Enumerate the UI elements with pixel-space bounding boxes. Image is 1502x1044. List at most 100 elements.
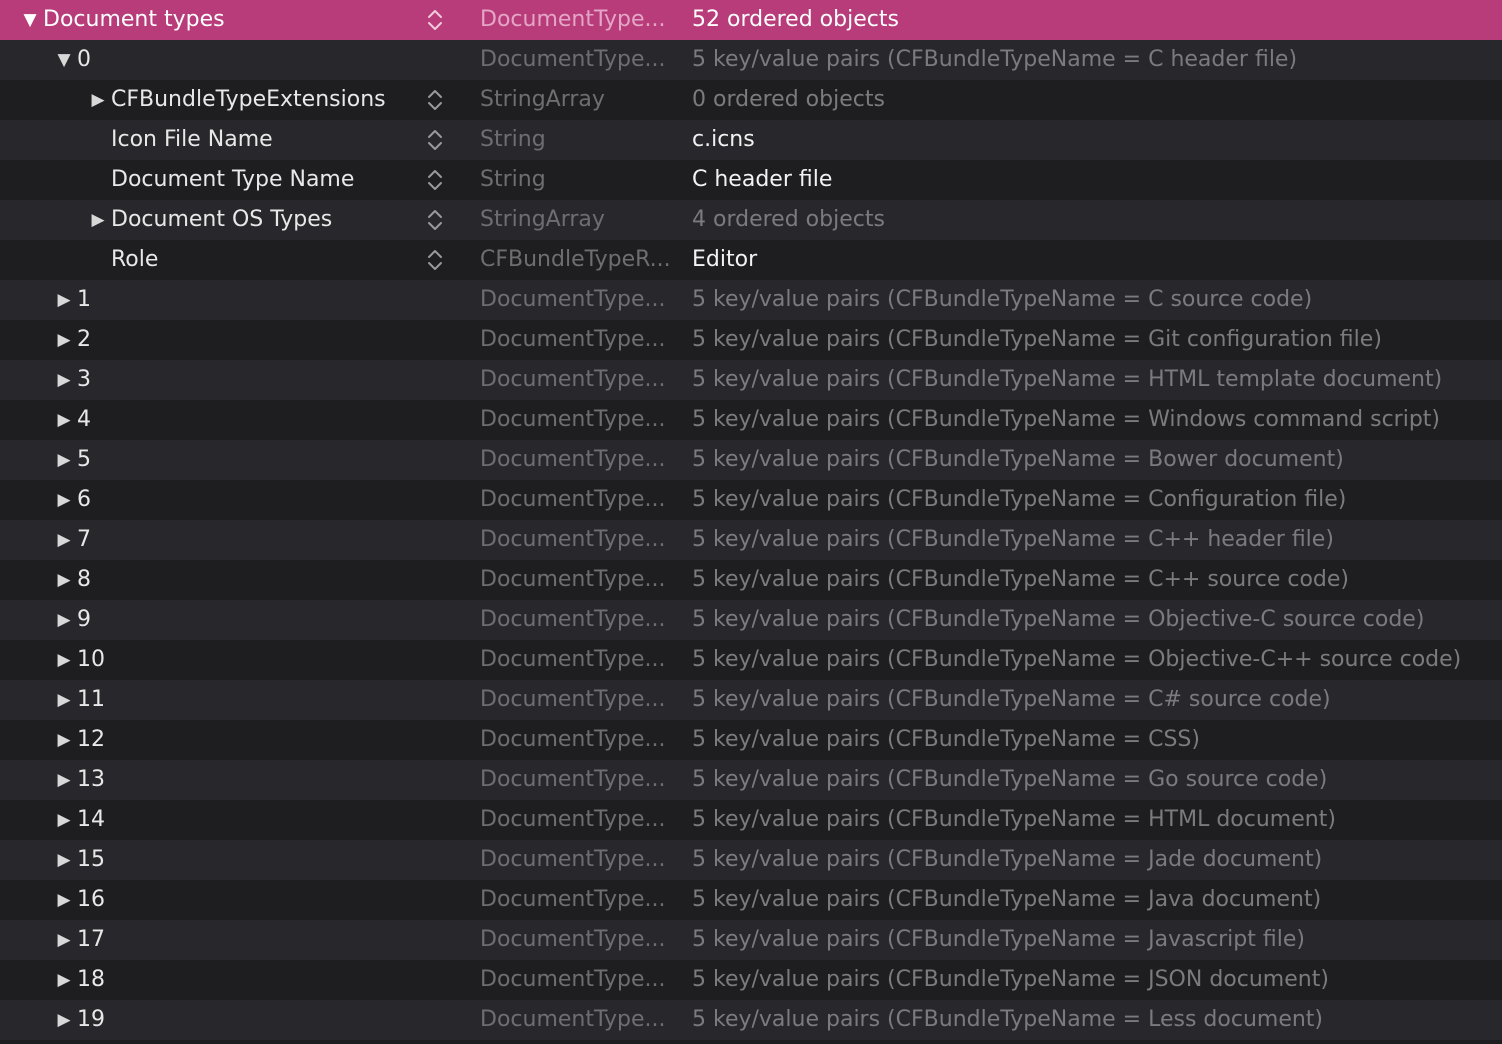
type-cell[interactable]: DocumentType... bbox=[480, 360, 675, 400]
plist-row[interactable]: ▼ 0 DocumentType... 5 key/value pairs (CFBu… bbox=[0, 40, 1502, 80]
value-cell[interactable]: C header file bbox=[692, 160, 832, 200]
type-cell[interactable]: DocumentType... bbox=[480, 400, 675, 440]
type-cell[interactable]: CFBundleTypeR... bbox=[480, 240, 675, 280]
disclosure-collapsed-icon[interactable]: ▶ bbox=[54, 760, 74, 800]
disclosure-collapsed-icon[interactable]: ▶ bbox=[54, 400, 74, 440]
plist-row[interactable]: ▶ 18 DocumentType... 5 key/value pairs (CFB… bbox=[0, 960, 1502, 1000]
disclosure-collapsed-icon[interactable]: ▶ bbox=[54, 640, 74, 680]
type-cell[interactable]: DocumentType... bbox=[480, 280, 675, 320]
type-cell[interactable]: DocumentType... bbox=[480, 1000, 675, 1040]
key-cell[interactable]: ▶ 16 bbox=[54, 880, 105, 920]
plist-row[interactable]: ▶ 14 DocumentType... 5 key/value pairs (CFB… bbox=[0, 800, 1502, 840]
key-cell[interactable]: ▼ 0 bbox=[54, 40, 91, 80]
plist-row[interactable]: ▶ 7 DocumentType... 5 key/value pairs (CFBu… bbox=[0, 520, 1502, 560]
plist-row[interactable]: ▶ 8 DocumentType... 5 key/value pairs (CFBu… bbox=[0, 560, 1502, 600]
plist-row[interactable]: ▼ Document types DocumentType... 52 ordered… bbox=[0, 0, 1502, 40]
disclosure-collapsed-icon[interactable]: ▶ bbox=[54, 520, 74, 560]
disclosure-collapsed-icon[interactable]: ▶ bbox=[54, 720, 74, 760]
plist-row[interactable]: ▶ 17 DocumentType... 5 key/value pairs (CFB… bbox=[0, 920, 1502, 960]
plist-row[interactable]: ▶ 13 DocumentType... 5 key/value pairs (CFB… bbox=[0, 760, 1502, 800]
disclosure-collapsed-icon[interactable]: ▶ bbox=[54, 800, 74, 840]
key-cell[interactable]: ▶ 8 bbox=[54, 560, 91, 600]
stepper-chevrons-icon[interactable] bbox=[424, 166, 446, 194]
plist-row[interactable]: ▶ 1 DocumentType... 5 key/value pairs (CFBu… bbox=[0, 280, 1502, 320]
type-cell[interactable]: DocumentType... bbox=[480, 640, 675, 680]
key-cell[interactable]: ▶ 15 bbox=[54, 840, 105, 880]
disclosure-collapsed-icon[interactable]: ▶ bbox=[54, 560, 74, 600]
plist-row[interactable]: ▶ 15 DocumentType... 5 key/value pairs (CFB… bbox=[0, 840, 1502, 880]
key-cell[interactable]: ▶ 13 bbox=[54, 760, 105, 800]
type-cell[interactable]: DocumentType... bbox=[480, 520, 675, 560]
type-cell[interactable]: DocumentType... bbox=[480, 920, 675, 960]
type-cell[interactable]: DocumentType... bbox=[480, 680, 675, 720]
value-cell[interactable]: c.icns bbox=[692, 120, 755, 160]
key-cell[interactable]: ▶ 10 bbox=[54, 640, 105, 680]
disclosure-collapsed-icon[interactable]: ▶ bbox=[54, 920, 74, 960]
plist-row[interactable]: ▶ 4 DocumentType... 5 key/value pairs (CFBu… bbox=[0, 400, 1502, 440]
type-cell[interactable]: DocumentType... bbox=[480, 0, 675, 40]
type-cell[interactable]: DocumentType... bbox=[480, 600, 675, 640]
key-cell[interactable]: ▶ 5 bbox=[54, 440, 91, 480]
key-cell[interactable]: ▶ 2 bbox=[54, 320, 91, 360]
value-cell[interactable]: 52 ordered objects bbox=[692, 0, 899, 40]
plist-row[interactable]: ▶ Document OS Types StringArray 4 ordered o… bbox=[0, 200, 1502, 240]
key-cell[interactable]: ▶ 11 bbox=[54, 680, 105, 720]
type-cell[interactable]: DocumentType... bbox=[480, 840, 675, 880]
key-cell[interactable]: ▶ 1 bbox=[54, 280, 91, 320]
disclosure-collapsed-icon[interactable]: ▶ bbox=[54, 480, 74, 520]
type-cell[interactable]: StringArray bbox=[480, 80, 675, 120]
type-cell[interactable]: DocumentType... bbox=[480, 720, 675, 760]
key-cell[interactable]: ▶ Document OS Types bbox=[88, 200, 332, 240]
key-cell[interactable]: Document Type Name bbox=[88, 160, 354, 200]
plist-row[interactable]: ▶ 2 DocumentType... 5 key/value pairs (CFBu… bbox=[0, 320, 1502, 360]
type-cell[interactable]: DocumentType... bbox=[480, 440, 675, 480]
type-cell[interactable]: DocumentType... bbox=[480, 40, 675, 80]
disclosure-collapsed-icon[interactable]: ▶ bbox=[54, 320, 74, 360]
stepper-chevrons-icon[interactable] bbox=[424, 126, 446, 154]
plist-row[interactable]: ▶ 19 DocumentType... 5 key/value pairs (CFB… bbox=[0, 1000, 1502, 1040]
plist-row[interactable]: ▶ CFBundleTypeExtensions StringArray 0 orde… bbox=[0, 80, 1502, 120]
plist-row[interactable]: ▶ 16 DocumentType... 5 key/value pairs (CFB… bbox=[0, 880, 1502, 920]
plist-row[interactable]: ▶ 5 DocumentType... 5 key/value pairs (CFBu… bbox=[0, 440, 1502, 480]
type-cell[interactable]: DocumentType... bbox=[480, 880, 675, 920]
disclosure-collapsed-icon[interactable]: ▶ bbox=[54, 360, 74, 400]
plist-row[interactable]: ▶ 3 DocumentType... 5 key/value pairs (CFBu… bbox=[0, 360, 1502, 400]
key-cell[interactable]: ▶ 3 bbox=[54, 360, 91, 400]
type-cell[interactable]: DocumentType... bbox=[480, 800, 675, 840]
type-cell[interactable]: DocumentType... bbox=[480, 320, 675, 360]
value-cell[interactable]: Editor bbox=[692, 240, 757, 280]
stepper-chevrons-icon[interactable] bbox=[424, 6, 446, 34]
type-cell[interactable]: String bbox=[480, 160, 675, 200]
disclosure-collapsed-icon[interactable]: ▶ bbox=[54, 680, 74, 720]
disclosure-collapsed-icon[interactable]: ▶ bbox=[88, 80, 108, 120]
key-cell[interactable]: ▶ 12 bbox=[54, 720, 105, 760]
plist-row[interactable]: ▶ 11 DocumentType... 5 key/value pairs (CFB… bbox=[0, 680, 1502, 720]
disclosure-collapsed-icon[interactable]: ▶ bbox=[54, 1000, 74, 1040]
disclosure-collapsed-icon[interactable]: ▶ bbox=[54, 880, 74, 920]
disclosure-collapsed-icon[interactable]: ▶ bbox=[54, 440, 74, 480]
plist-row[interactable]: Icon File Name String c.icns bbox=[0, 120, 1502, 160]
key-cell[interactable]: ▶ 7 bbox=[54, 520, 91, 560]
key-cell[interactable]: ▶ 18 bbox=[54, 960, 105, 1000]
plist-row[interactable]: ▶ 10 DocumentType... 5 key/value pairs (CFB… bbox=[0, 640, 1502, 680]
plist-row[interactable]: ▶ 9 DocumentType... 5 key/value pairs (CFBu… bbox=[0, 600, 1502, 640]
key-cell[interactable]: Icon File Name bbox=[88, 120, 273, 160]
type-cell[interactable]: DocumentType... bbox=[480, 760, 675, 800]
key-cell[interactable]: ▶ CFBundleTypeExtensions bbox=[88, 80, 385, 120]
key-cell[interactable]: ▶ 17 bbox=[54, 920, 105, 960]
type-cell[interactable]: StringArray bbox=[480, 200, 675, 240]
disclosure-collapsed-icon[interactable]: ▶ bbox=[54, 840, 74, 880]
stepper-chevrons-icon[interactable] bbox=[424, 246, 446, 274]
plist-row[interactable]: ▶ 6 DocumentType... 5 key/value pairs (CFBu… bbox=[0, 480, 1502, 520]
disclosure-expanded-icon[interactable]: ▼ bbox=[54, 40, 74, 80]
key-cell[interactable]: ▶ 19 bbox=[54, 1000, 105, 1040]
disclosure-expanded-icon[interactable]: ▼ bbox=[20, 0, 40, 40]
type-cell[interactable]: DocumentType... bbox=[480, 560, 675, 600]
key-cell[interactable]: ▶ 4 bbox=[54, 400, 91, 440]
stepper-chevrons-icon[interactable] bbox=[424, 86, 446, 114]
plist-row[interactable]: Role CFBundleTypeR... Editor bbox=[0, 240, 1502, 280]
disclosure-collapsed-icon[interactable]: ▶ bbox=[88, 200, 108, 240]
key-cell[interactable]: ▶ 9 bbox=[54, 600, 91, 640]
type-cell[interactable]: DocumentType... bbox=[480, 960, 675, 1000]
key-cell[interactable]: ▶ 6 bbox=[54, 480, 91, 520]
